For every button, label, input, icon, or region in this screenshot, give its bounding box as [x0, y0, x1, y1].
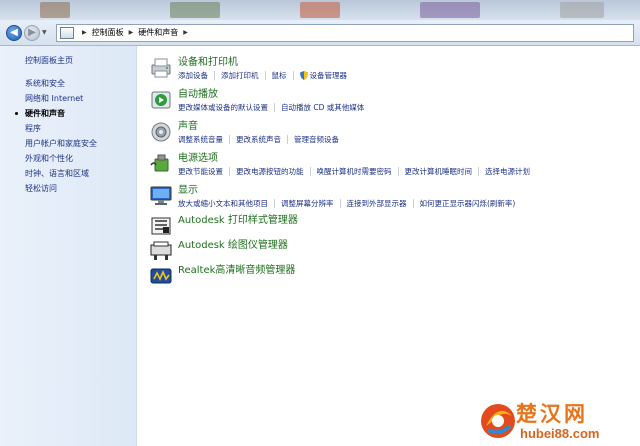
add-printer-link[interactable]: 添加打印机 — [221, 70, 259, 81]
adjust-resolution-link[interactable]: 调整屏幕分辨率 — [281, 198, 334, 209]
chevron-right-icon: ▶ — [183, 29, 188, 36]
choose-power-plan-link[interactable]: 选择电源计划 — [485, 166, 530, 177]
category-power-options: 电源选项 更改节能设置 更改电源按钮的功能 唤醒计算机时需要密码 更改计算机睡眠… — [148, 152, 530, 177]
breadcrumb-control-panel[interactable]: 控制面板 — [92, 27, 124, 38]
breadcrumb-hardware-sound[interactable]: 硬件和声音 — [138, 27, 178, 38]
watermark-url: hubei88.com — [520, 426, 600, 441]
forward-button[interactable]: ▶ — [24, 24, 40, 41]
printer-icon[interactable] — [148, 56, 174, 80]
breadcrumb[interactable]: ▶ 控制面板 ▶ 硬件和声音 ▶ — [56, 23, 634, 42]
sound-title[interactable]: 声音 — [178, 120, 339, 133]
back-button[interactable]: ◀ — [6, 24, 22, 41]
change-sleep-time-link[interactable]: 更改计算机睡眠时间 — [405, 166, 473, 177]
connect-external-display-link[interactable]: 连接到外部显示器 — [347, 198, 407, 209]
add-device-link[interactable]: 添加设备 — [178, 70, 208, 81]
power-options-title[interactable]: 电源选项 — [178, 152, 530, 165]
autoplay-icon[interactable] — [148, 88, 174, 112]
sidebar-item-clock-language-region[interactable]: 时钟、语言和区域 — [25, 166, 97, 181]
autodesk-print-style-title[interactable]: Autodesk 打印样式管理器 — [178, 214, 298, 227]
chevron-right-icon: ▶ — [82, 29, 87, 36]
sidebar-item-appearance[interactable]: 外观和个性化 — [25, 151, 97, 166]
category-sound: 声音 调整系统音量 更改系统声音 管理音频设备 — [148, 120, 339, 145]
zoom-text-link[interactable]: 放大或缩小文本和其他项目 — [178, 198, 268, 209]
power-options-icon[interactable] — [148, 152, 174, 176]
display-icon[interactable] — [148, 184, 174, 208]
desktop-background-strip — [0, 0, 640, 20]
autodesk-print-style-icon[interactable] — [148, 214, 174, 238]
recent-pages-dropdown[interactable]: ▼ — [42, 29, 50, 36]
change-default-media-settings-link[interactable]: 更改媒体或设备的默认设置 — [178, 102, 268, 113]
speaker-icon[interactable] — [148, 120, 174, 144]
sidebar-item-user-accounts[interactable]: 用户帐户和家庭安全 — [25, 136, 97, 151]
sidebar-item-programs[interactable]: 程序 — [25, 121, 97, 136]
devices-printers-title[interactable]: 设备和打印机 — [178, 56, 347, 69]
sidebar-item-hardware-sound: 硬件和声音 — [15, 106, 97, 121]
site-logo-icon — [481, 404, 515, 438]
category-autodesk-plotter: Autodesk 绘图仪管理器 — [148, 239, 288, 263]
adjust-volume-link[interactable]: 调整系统音量 — [178, 134, 223, 145]
change-power-saving-settings-link[interactable]: 更改节能设置 — [178, 166, 223, 177]
category-display: 显示 放大或缩小文本和其他项目 调整屏幕分辨率 连接到外部显示器 如何更正显示器… — [148, 184, 515, 209]
manage-audio-devices-link[interactable]: 管理音频设备 — [294, 134, 339, 145]
uac-shield-icon — [299, 71, 308, 80]
category-autodesk-print-style: Autodesk 打印样式管理器 — [148, 214, 298, 238]
fix-flicker-link[interactable]: 如何更正显示器闪烁(刷新率) — [420, 198, 516, 209]
watermark-text: 楚汉网 — [516, 401, 588, 426]
content-area: 设备和打印机 添加设备 添加打印机 鼠标 设备管理器 自动播放 更改媒体或设备的… — [138, 46, 640, 446]
control-panel-icon — [60, 26, 74, 39]
autoplay-cd-link[interactable]: 自动播放 CD 或其他媒体 — [281, 102, 364, 113]
category-autoplay: 自动播放 更改媒体或设备的默认设置 自动播放 CD 或其他媒体 — [148, 88, 364, 113]
realtek-audio-icon[interactable] — [148, 264, 174, 288]
change-power-button-link[interactable]: 更改电源按钮的功能 — [236, 166, 304, 177]
mouse-link[interactable]: 鼠标 — [272, 70, 287, 81]
change-system-sounds-link[interactable]: 更改系统声音 — [236, 134, 281, 145]
address-bar: ◀ ▶ ▼ ▶ 控制面板 ▶ 硬件和声音 ▶ — [0, 20, 640, 46]
site-watermark: 楚汉网 hubei88.com — [476, 396, 640, 446]
device-manager-link[interactable]: 设备管理器 — [310, 70, 348, 81]
category-realtek-audio: Realtek高清晰音频管理器 — [148, 264, 295, 288]
sidebar-item-ease-of-access[interactable]: 轻松访问 — [25, 181, 97, 196]
realtek-audio-title[interactable]: Realtek高清晰音频管理器 — [178, 264, 295, 277]
display-title[interactable]: 显示 — [178, 184, 515, 197]
navigation-pane: 控制面板主页 系统和安全 网络和 Internet 硬件和声音 程序 用户帐户和… — [0, 46, 137, 446]
autodesk-plotter-icon[interactable] — [148, 239, 174, 263]
control-panel-home-link[interactable]: 控制面板主页 — [25, 55, 73, 66]
autodesk-plotter-title[interactable]: Autodesk 绘图仪管理器 — [178, 239, 288, 252]
category-devices-printers: 设备和打印机 添加设备 添加打印机 鼠标 设备管理器 — [148, 56, 347, 81]
chevron-right-icon: ▶ — [128, 29, 134, 36]
sidebar-item-network-internet[interactable]: 网络和 Internet — [25, 91, 97, 106]
sidebar-item-system-security[interactable]: 系统和安全 — [25, 76, 97, 91]
autoplay-title[interactable]: 自动播放 — [178, 88, 364, 101]
require-password-on-wake-link[interactable]: 唤醒计算机时需要密码 — [317, 166, 392, 177]
